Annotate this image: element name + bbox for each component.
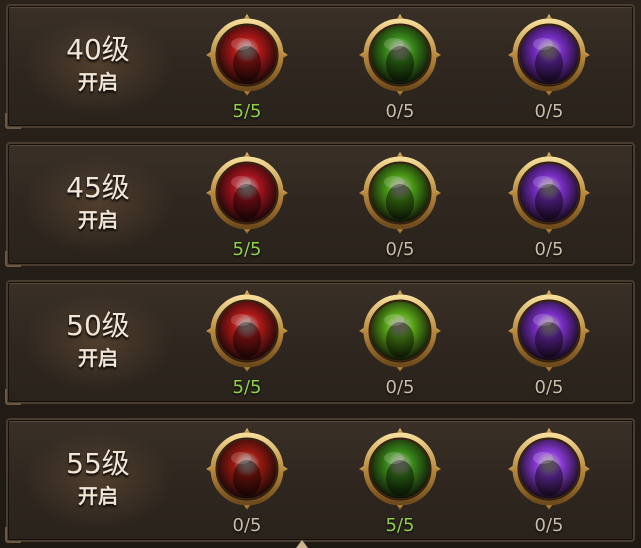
level-label-box: 50级 开启	[22, 292, 174, 392]
skill-slot[interactable]: 5/5	[202, 144, 292, 264]
skill-slot[interactable]: 0/5	[355, 282, 445, 402]
level-row-50: 50级 开启 5/5 0/5 0/5	[5, 280, 635, 405]
unlock-text: 开启	[78, 208, 118, 232]
skill-slot[interactable]: 0/5	[504, 144, 594, 264]
skill-slot[interactable]: 5/5	[355, 420, 445, 540]
scroll-up-arrow-icon[interactable]	[296, 540, 308, 548]
unlock-text: 开启	[78, 484, 118, 508]
purple-grinning-imp-icon	[508, 428, 590, 510]
level-row-40: 40级 开启 5/5 0/5 0/5	[5, 4, 635, 129]
skill-count: 0/5	[232, 515, 262, 536]
talent-panel: 40级 开启 5/5 0/5 0/5 45级 开启 5/5 0/5 0/5 50…	[0, 0, 641, 548]
skill-slot[interactable]: 0/5	[355, 6, 445, 126]
skill-slot[interactable]: 0/5	[202, 420, 292, 540]
level-row-45: 45级 开启 5/5 0/5 0/5	[5, 142, 635, 267]
skill-count: 5/5	[232, 377, 262, 398]
skill-slot[interactable]: 5/5	[202, 282, 292, 402]
green-spirit-burst-icon	[359, 290, 441, 372]
skill-count: 0/5	[385, 377, 415, 398]
unlock-text: 开启	[78, 70, 118, 94]
level-text: 45级	[66, 171, 130, 204]
red-hex-shell-icon	[206, 14, 288, 96]
skill-count: 0/5	[534, 377, 564, 398]
level-label-box: 55级 开启	[22, 430, 174, 530]
skill-count: 5/5	[232, 239, 262, 260]
unlock-text: 开启	[78, 346, 118, 370]
skill-count: 0/5	[385, 239, 415, 260]
skill-slot[interactable]: 0/5	[504, 6, 594, 126]
skill-count: 0/5	[534, 239, 564, 260]
purple-shadow-figure-icon	[508, 152, 590, 234]
purple-dash-strike-icon	[508, 290, 590, 372]
skill-slot[interactable]: 0/5	[355, 144, 445, 264]
red-rune-glyph-icon	[206, 290, 288, 372]
red-bat-wing-icon	[206, 152, 288, 234]
skill-count: 0/5	[534, 101, 564, 122]
green-horned-beast-icon	[359, 428, 441, 510]
red-horned-demon-icon	[206, 428, 288, 510]
skill-count: 5/5	[385, 515, 415, 536]
skill-count: 5/5	[232, 101, 262, 122]
skill-slot[interactable]: 0/5	[504, 420, 594, 540]
skill-slot[interactable]: 0/5	[504, 282, 594, 402]
green-demon-wings-icon	[359, 14, 441, 96]
purple-shadow-strike-icon	[508, 14, 590, 96]
level-text: 55级	[66, 447, 130, 480]
level-row-55: 55级 开启 0/5 5/5 0/5	[5, 418, 635, 543]
level-text: 40级	[66, 33, 130, 66]
skill-slot[interactable]: 5/5	[202, 6, 292, 126]
level-label-box: 40级 开启	[22, 16, 174, 116]
level-text: 50级	[66, 309, 130, 342]
green-demon-lord-icon	[359, 152, 441, 234]
skill-count: 0/5	[385, 101, 415, 122]
skill-count: 0/5	[534, 515, 564, 536]
level-label-box: 45级 开启	[22, 154, 174, 254]
